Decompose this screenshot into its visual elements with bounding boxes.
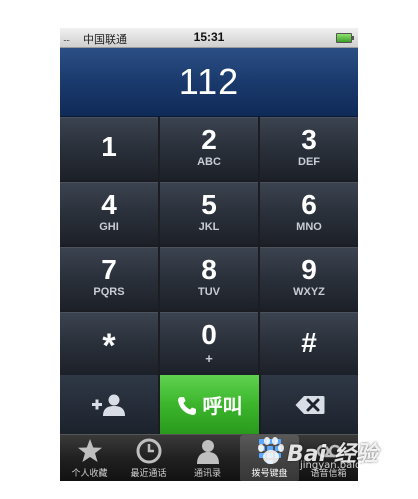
key-letters: TUV (198, 286, 220, 298)
key-letters: JKL (198, 221, 220, 233)
tab-favorites[interactable]: 个人收藏 (60, 435, 119, 481)
key-digit: * (102, 327, 116, 365)
status-bar: .... 中国联通 15:31 (60, 28, 358, 48)
tab-label: 个人收藏 (71, 469, 108, 479)
tab-label: 最近通话 (130, 469, 167, 479)
key-digit: # (301, 327, 317, 358)
key-6[interactable]: 6 MNO (260, 182, 358, 245)
key-3[interactable]: 3 DEF (260, 117, 358, 180)
key-digit: 0 (201, 319, 217, 350)
key-letters: GHI (99, 221, 119, 233)
star-icon (77, 439, 102, 462)
call-label: 呼叫 (202, 394, 243, 418)
key-7[interactable]: 7 PQRS (60, 247, 158, 310)
key-letters: DEF (298, 156, 320, 168)
backspace-icon (295, 395, 324, 414)
key-digit: 2 (201, 124, 217, 155)
paw-icon (258, 437, 284, 464)
key-1[interactable]: 1 (60, 117, 158, 180)
status-time: 15:31 (193, 30, 225, 44)
baidu-watermark: Bai 经验 jingyan.baidu.com (256, 436, 406, 472)
key-2[interactable]: 2 ABC (160, 117, 258, 180)
key-4[interactable]: 4 GHI (60, 182, 158, 245)
key-star[interactable]: * (60, 312, 158, 375)
add-contact-button[interactable] (60, 375, 158, 434)
phone-screen: .... 中国联通 15:31 112 1 2 ABC 3 DEF 4 GHI … (60, 28, 358, 481)
phone-handset-icon (177, 397, 196, 415)
key-hash[interactable]: # (260, 312, 358, 375)
key-letters: ABC (197, 156, 221, 168)
add-contact-icon (92, 394, 125, 416)
key-digit: 4 (101, 189, 117, 220)
key-5[interactable]: 5 JKL (160, 182, 258, 245)
key-digit: 8 (201, 254, 217, 285)
watermark-url: jingyan.baidu.com (300, 460, 393, 471)
delete-button[interactable] (261, 375, 358, 434)
clock-icon (136, 438, 161, 464)
key-digit: 3 (301, 124, 317, 155)
call-button[interactable]: 呼叫 (160, 375, 259, 434)
contacts-icon (196, 440, 219, 464)
dialed-number: 112 (178, 61, 240, 102)
key-0[interactable]: 0 + (160, 312, 258, 375)
key-digit: 7 (101, 254, 117, 285)
tab-label: 通讯录 (193, 469, 221, 479)
key-digit: 5 (201, 189, 217, 220)
key-digit: 9 (301, 254, 317, 285)
battery-icon (336, 33, 354, 43)
key-8[interactable]: 8 TUV (160, 247, 258, 310)
key-letters: + (205, 351, 213, 366)
number-display: 112 (60, 48, 358, 117)
key-9[interactable]: 9 WXYZ (260, 247, 358, 310)
key-letters: MNO (296, 221, 322, 233)
key-letters: WXYZ (293, 286, 325, 298)
key-digit: 6 (301, 189, 317, 220)
key-letters: PQRS (93, 286, 125, 298)
key-digit: 1 (101, 131, 117, 162)
tab-contacts[interactable]: 通讯录 (178, 435, 237, 481)
tab-recents[interactable]: 最近通话 (119, 435, 178, 481)
